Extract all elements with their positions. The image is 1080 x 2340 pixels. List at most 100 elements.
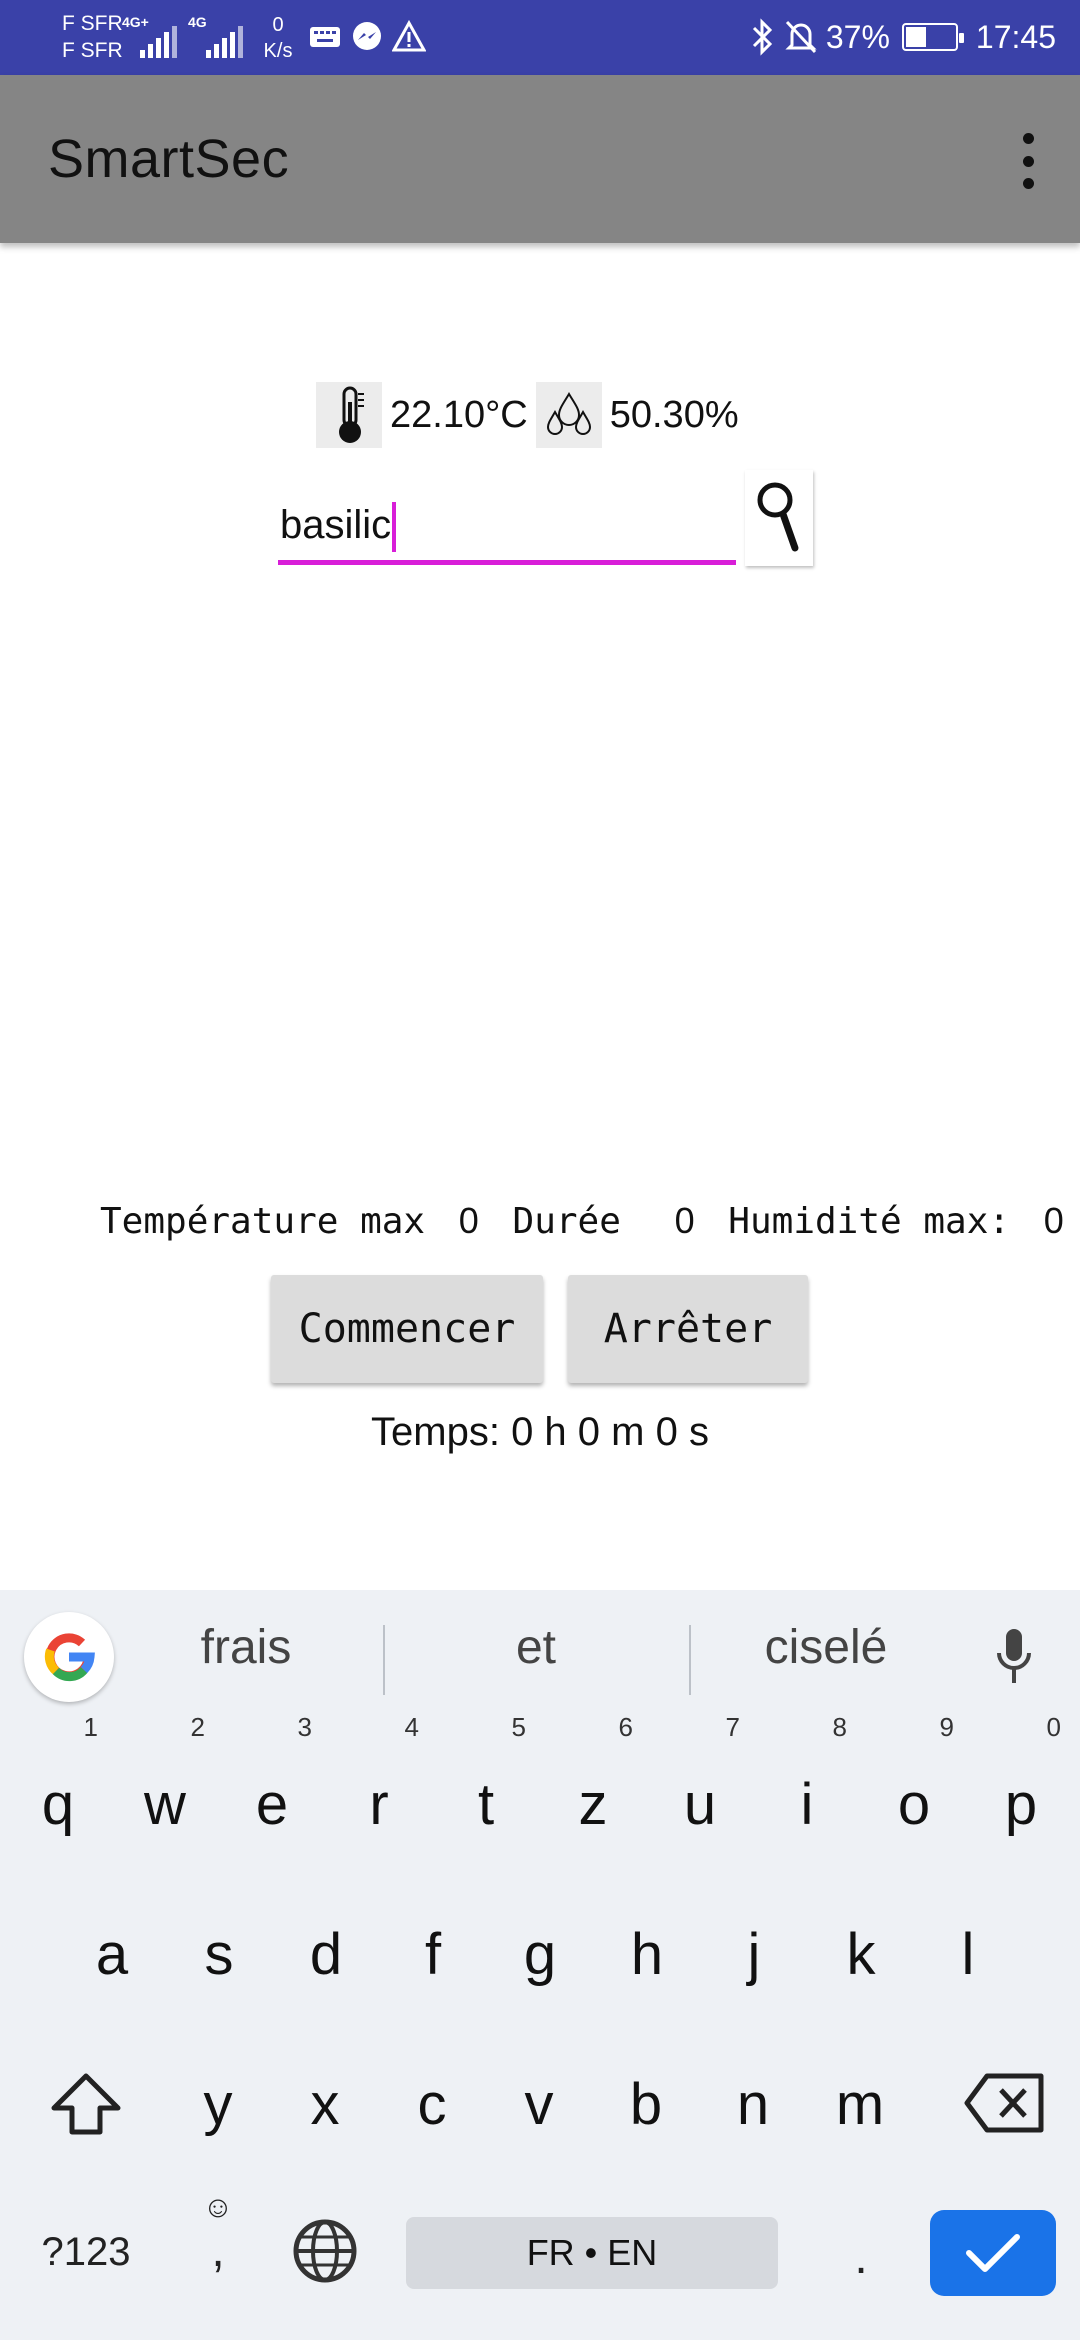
app-bar: SmartSec — [0, 75, 1080, 243]
key-l[interactable]: l — [918, 1900, 1018, 2010]
humidity-value: 50.30% — [609, 393, 739, 436]
humidity-max-label: Humidité max: — [728, 1201, 1011, 1242]
duration-label: Durée — [512, 1201, 621, 1242]
keyboard-row-1: q1w2e3r4t5z6u7i8o9p0 — [0, 1712, 1080, 1860]
key-q[interactable]: q1 — [8, 1712, 108, 1860]
key-x[interactable]: x — [275, 2050, 375, 2160]
key-number-hint: 8 — [832, 1712, 847, 1742]
shift-key[interactable] — [36, 2070, 136, 2150]
key-v[interactable]: v — [489, 2050, 589, 2160]
suggestion-1[interactable]: frais — [106, 1620, 386, 1675]
thermometer-icon — [316, 382, 382, 448]
key-f[interactable]: f — [383, 1900, 483, 2010]
overflow-menu-icon[interactable] — [1016, 133, 1040, 189]
key-r[interactable]: r4 — [329, 1712, 429, 1860]
humidity-max-value: 0 — [1043, 1200, 1064, 1241]
key-j[interactable]: j — [704, 1900, 804, 2010]
carrier-info: F SFR F SFR — [62, 10, 123, 64]
bluetooth-icon — [752, 18, 772, 56]
suggestion-3[interactable]: ciselé — [686, 1620, 966, 1675]
key-g[interactable]: g — [490, 1900, 590, 2010]
key-number-hint: 4 — [404, 1712, 419, 1742]
temp-max-label: Température max — [100, 1201, 426, 1242]
emoji-icon: ☺ — [202, 2191, 234, 2224]
microphone-icon[interactable] — [994, 1625, 1034, 1695]
divider — [383, 1625, 385, 1695]
key-s[interactable]: s — [169, 1900, 269, 2010]
temp-max-value: 0 — [458, 1200, 479, 1241]
stop-button[interactable]: Arrêter — [568, 1275, 808, 1383]
key-label: p — [1004, 1772, 1038, 1837]
key-y[interactable]: y — [168, 2050, 268, 2160]
carrier-1: F SFR — [62, 12, 123, 35]
space-bar[interactable]: FR • EN — [406, 2217, 778, 2289]
settings-summary: Température max 0 Durée 0 Humidité max: … — [100, 1200, 1064, 1252]
symbols-key[interactable]: ?123 — [26, 2230, 146, 2290]
key-h[interactable]: h — [597, 1900, 697, 2010]
battery-percent: 37% — [825, 19, 890, 55]
search-button[interactable] — [745, 470, 813, 566]
key-label: w — [144, 1772, 186, 1837]
suggestion-2[interactable]: et — [396, 1620, 676, 1675]
period-key[interactable]: . — [826, 2230, 896, 2290]
keyboard-row-3: yxcvbnm — [0, 2050, 1080, 2160]
key-k[interactable]: k — [811, 1900, 911, 2010]
key-z[interactable]: z6 — [543, 1712, 643, 1860]
start-button[interactable]: Commencer — [271, 1275, 543, 1383]
key-c[interactable]: c — [382, 2050, 482, 2160]
key-p[interactable]: p0 — [971, 1712, 1071, 1860]
key-label: e — [255, 1772, 289, 1837]
text-caret — [392, 502, 397, 553]
app-screen: F SFR F SFR 4G+ 4G 0 K/s 37% 17:45 Smart… — [0, 0, 1080, 2340]
status-right: 37% 17:45 — [750, 14, 1056, 60]
network-type-2: 4G — [188, 14, 207, 30]
key-number-hint: 1 — [83, 1712, 98, 1742]
comma-label: , — [211, 2224, 225, 2277]
signal-bars-icon — [140, 26, 177, 58]
backspace-key[interactable] — [950, 2070, 1060, 2150]
keyboard-notification-icon — [310, 27, 340, 47]
key-i[interactable]: i8 — [757, 1712, 857, 1860]
key-t[interactable]: t5 — [436, 1712, 536, 1860]
search-icon — [757, 482, 799, 552]
key-d[interactable]: d — [276, 1900, 376, 2010]
key-label: t — [477, 1772, 495, 1837]
key-w[interactable]: w2 — [115, 1712, 215, 1860]
network-speed: 0 K/s — [256, 12, 300, 64]
speed-value: 0 — [272, 14, 284, 36]
language-key[interactable] — [290, 2218, 360, 2288]
battery-icon — [901, 23, 964, 51]
key-u[interactable]: u7 — [650, 1712, 750, 1860]
key-label: z — [578, 1772, 608, 1837]
key-n[interactable]: n — [703, 2050, 803, 2160]
key-a[interactable]: a — [62, 1900, 162, 2010]
plant-search-input[interactable]: basilic — [278, 495, 736, 565]
key-m[interactable]: m — [810, 2050, 910, 2160]
key-label: u — [683, 1772, 717, 1837]
key-number-hint: 2 — [190, 1712, 205, 1742]
enter-key[interactable] — [930, 2210, 1056, 2296]
humidity-drops-icon — [535, 382, 602, 448]
messenger-icon — [353, 22, 381, 50]
key-label: i — [800, 1772, 814, 1837]
key-e[interactable]: e3 — [222, 1712, 322, 1860]
key-b[interactable]: b — [596, 2050, 696, 2160]
key-number-hint: 6 — [618, 1712, 633, 1742]
duration-value: 0 — [674, 1200, 695, 1241]
carrier-2: F SFR — [62, 39, 123, 62]
sensor-readings: 22.10°C 50.30% — [316, 380, 747, 450]
google-g-icon[interactable] — [24, 1612, 114, 1702]
temperature-value: 22.10°C — [390, 393, 528, 436]
shift-arrow-icon — [51, 2073, 121, 2135]
globe-icon — [293, 2219, 357, 2283]
key-number-hint: 0 — [1046, 1712, 1061, 1742]
key-label: q — [41, 1772, 75, 1837]
search-input-text: basilic — [280, 503, 392, 547]
backspace-icon — [964, 2073, 1044, 2133]
speed-unit: K/s — [263, 40, 293, 62]
checkmark-icon — [966, 2234, 1020, 2272]
comma-emoji-key[interactable]: ☺ , — [178, 2190, 258, 2300]
signal-bars-icon — [206, 26, 243, 58]
key-o[interactable]: o9 — [864, 1712, 964, 1860]
key-label: o — [897, 1772, 931, 1837]
